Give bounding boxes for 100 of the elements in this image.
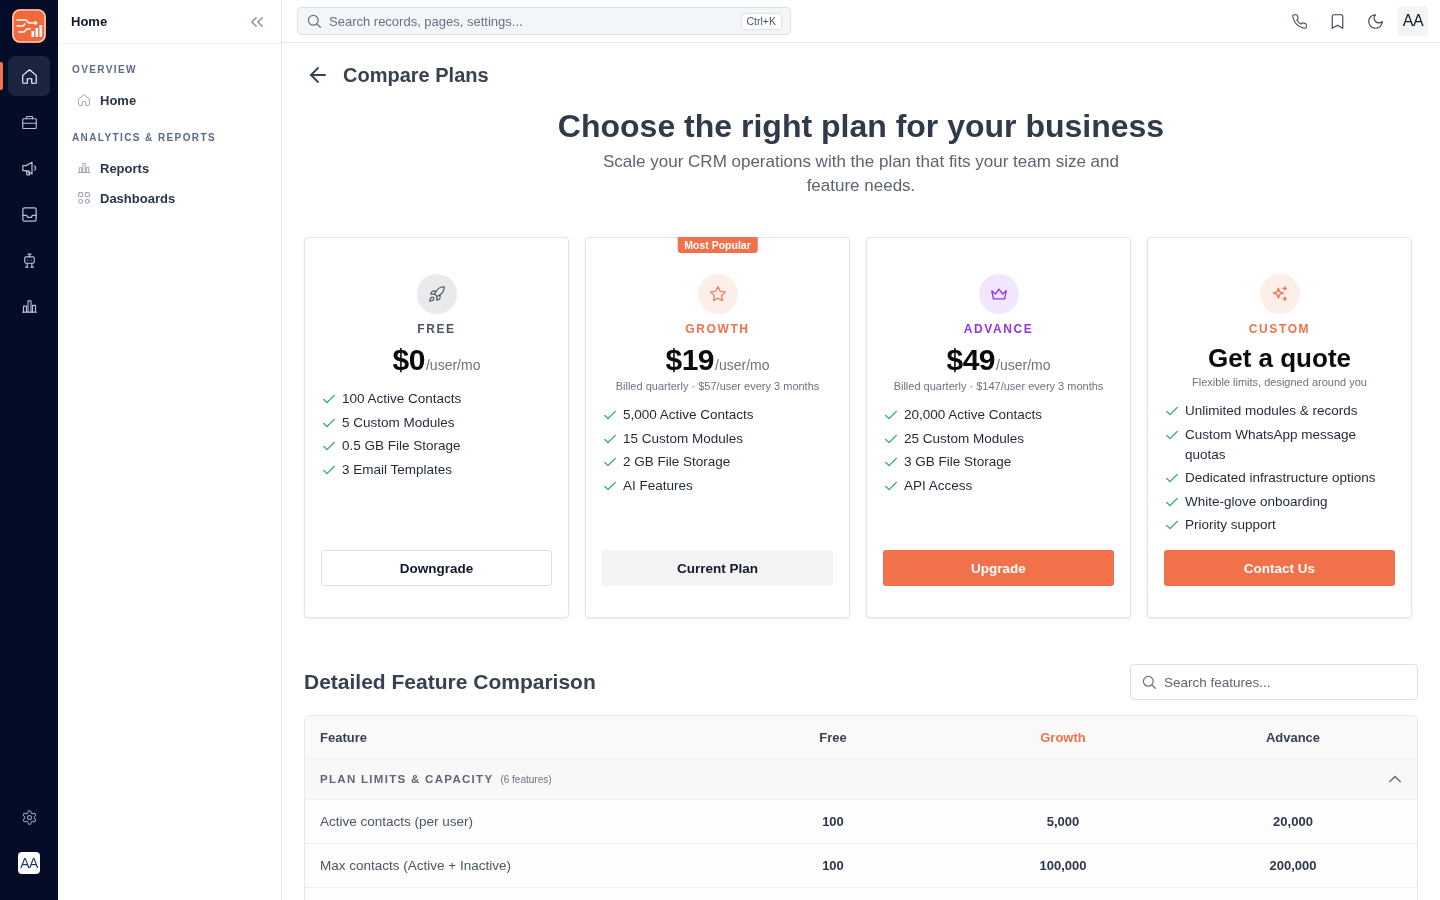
megaphone-icon [21,160,37,176]
check-icon [323,440,335,452]
table-cell-text: Max contacts (Active + Inactive) [319,858,512,873]
plan-name: GROWTH [685,322,750,336]
plan-feature: 100 Active Contacts [342,390,462,408]
nav-rail-button[interactable] [8,56,50,96]
plan-price: $0 [392,342,425,378]
settings-icon [21,809,37,825]
app-logo [12,9,46,43]
plan-feature: API Access [904,476,973,495]
page-subheading: Scale your CRM operations with the plan that fits your team size and feature needs. [602,151,1120,197]
section-heading: Detailed Feature Comparison [304,670,596,694]
page-heading: Choose the right plan for your business [556,107,1166,145]
check-icon [885,456,897,468]
moon-icon [1367,13,1383,29]
table-cell-text: Active contacts (per user) [319,814,475,829]
check-icon [323,416,335,429]
bar-chart-icon [78,162,90,174]
check-icon [323,463,335,476]
table-cell-text: 20,000 [1272,814,1314,829]
check-icon [1166,428,1178,441]
column-header: Feature [319,729,368,745]
page-title: Compare Plans [343,63,489,87]
price-unit: /user/mo [996,357,1051,373]
check-icon [1166,405,1178,417]
sidebar-item[interactable]: Dashboards [72,183,267,213]
grid-icon [78,192,90,204]
table-cell-text: 100 [821,814,845,829]
check-icon [604,409,616,421]
plan-button[interactable]: Downgrade [321,550,552,586]
chevrons-left-icon [251,15,263,28]
section-title: PLAN LIMITS & CAPACITY [320,773,494,785]
check-icon [604,479,616,492]
plan-feature: 2 GB File Storage [623,453,731,471]
price-unit: /user/mo [715,357,770,373]
plan-name: ADVANCE [963,322,1034,336]
inbox-icon [21,206,37,222]
check-icon [885,409,897,421]
keyboard-shortcut: Ctrl+K [740,13,782,30]
home-icon [78,94,90,106]
price-unit: /user/mo [425,357,481,373]
arrow-left-icon [310,67,326,83]
check-icon [1166,472,1178,484]
plan-name: FREE [417,322,456,336]
plan-feature: Unlimited modules & records [1185,402,1358,420]
most-popular-badge: Most Popular [677,237,758,253]
plan-price: $19 [665,342,715,378]
search-icon [1142,675,1156,689]
phone-icon [1291,13,1307,29]
check-icon [604,432,616,445]
plan-note: Flexible limits, designed around you [1192,375,1367,390]
plan-price: $49 [946,342,996,378]
user-avatar[interactable]: AA [18,852,40,874]
briefcase-icon [21,114,37,130]
plan-price: Get a quote [1208,342,1351,374]
plan-note: Billed quarterly · $147/user every 3 months [893,379,1104,394]
sidebar-title: Home [71,14,108,29]
plan-note: Billed quarterly · $57/user every 3 months [615,379,820,394]
feature-count: (6 features) [500,773,552,785]
sparkles-icon [1259,274,1300,314]
avatar-button[interactable]: AA [1398,6,1428,36]
table-cell-text: 100 [821,858,845,873]
sidebar-item[interactable]: Home [72,85,267,115]
plan-feature: 3 Email Templates [342,460,453,479]
plan-feature: Custom WhatsApp message quotas [1185,425,1358,464]
plan-feature: 20,000 Active Contacts [904,406,1043,424]
column-header: Advance [1264,729,1322,745]
home-icon [21,68,37,84]
table-section-row[interactable]: PLAN LIMITS & CAPACITY (6 features) [305,759,1417,800]
sidebar-section-title: ANALYTICS & REPORTS [72,131,218,145]
check-icon [1166,519,1178,531]
active-indicator [0,62,3,90]
plan-feature: AI Features [623,476,693,495]
search-icon [307,14,321,28]
plan-feature: 5,000 Active Contacts [623,406,754,424]
table-cell-text: 5,000 [1045,814,1081,829]
column-header: Free [818,729,848,745]
check-icon [1166,495,1178,508]
robot-icon [21,252,37,268]
plan-feature: White-glove onboarding [1185,492,1328,511]
plan-feature: 25 Custom Modules [904,429,1025,448]
plan-button[interactable]: Current Plan [602,550,833,586]
plan-feature: 0.5 GB File Storage [342,437,461,455]
bookmark-icon [1329,13,1345,29]
sidebar-item[interactable]: Reports [72,153,267,183]
feature-search-field[interactable]: Search features... [1130,664,1418,700]
crown-icon [978,274,1019,314]
plan-feature: 15 Custom Modules [623,429,744,448]
check-icon [323,393,335,405]
table-cell-text: 200,000 [1268,858,1318,873]
plan-feature: 5 Custom Modules [342,413,455,432]
bar-chart-icon [21,298,37,314]
column-header: Growth [1039,729,1087,745]
sidebar-section-title: OVERVIEW [72,63,138,77]
check-icon [604,456,616,468]
rocket-icon [416,274,457,314]
plan-feature: Priority support [1185,516,1276,534]
plan-feature: Dedicated infrastructure options [1185,469,1376,487]
check-icon [885,432,897,445]
plan-feature: 3 GB File Storage [904,453,1012,471]
